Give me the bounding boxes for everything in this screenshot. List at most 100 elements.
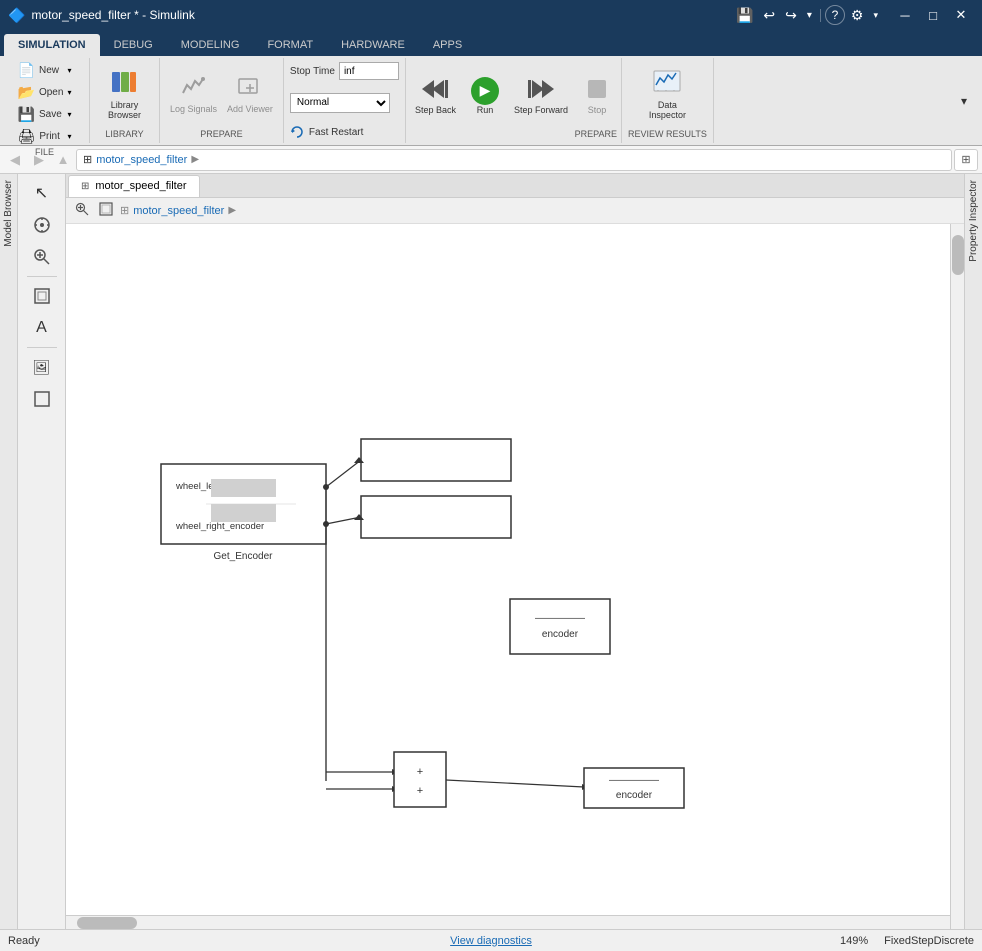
run-button[interactable]: ▶ Run bbox=[465, 74, 505, 118]
stoptime-input[interactable] bbox=[339, 62, 399, 80]
breadcrumb-model-name: motor_speed_filter bbox=[96, 154, 187, 166]
encoder-label-line1: ————— bbox=[535, 613, 585, 624]
step-forward-button[interactable]: Step Forward bbox=[509, 73, 573, 118]
scrollbar-vertical[interactable] bbox=[950, 224, 964, 929]
save-qa-btn[interactable]: 💾 bbox=[732, 5, 757, 26]
stop-button[interactable]: Stop bbox=[577, 73, 617, 118]
view-diagnostics-link[interactable]: View diagnostics bbox=[450, 935, 532, 947]
ribbon-right: ▾ bbox=[950, 58, 982, 143]
stop-icon bbox=[584, 76, 610, 105]
nav-grid-btn[interactable]: ⊞ bbox=[954, 149, 978, 171]
minimize-btn[interactable]: ─ bbox=[892, 5, 918, 25]
wire-sum-to-enc bbox=[446, 780, 584, 787]
title-controls: ─ □ ✕ bbox=[892, 5, 974, 25]
ribbon-section-review: DataInspector REVIEW RESULTS bbox=[622, 58, 714, 143]
qa-toolbar: 💾 ↩ ↪ ▾ ? ⚙ ▾ bbox=[732, 5, 882, 26]
settings-qa-btn[interactable]: ⚙ bbox=[847, 5, 868, 26]
canvas-tab-motor[interactable]: ⊞ motor_speed_filter bbox=[68, 175, 200, 197]
encoder-out-label: encoder bbox=[616, 790, 653, 801]
add-viewer-icon bbox=[237, 75, 263, 103]
block-top-right-1[interactable] bbox=[361, 439, 511, 481]
ribbon-section-file: 📄 New ▾ 📂 Open ▾ 💾 Save ▾ 🖨 Print ▾ FILE bbox=[0, 58, 90, 143]
run-label: Run bbox=[477, 105, 494, 115]
zoom-in-tool-btn[interactable] bbox=[24, 242, 60, 272]
print-icon: 🖨 bbox=[18, 128, 36, 145]
model-icon-breadcrumb: ⊞ bbox=[83, 153, 92, 166]
app-icon: 🔷 bbox=[8, 7, 25, 24]
log-signals-button[interactable]: Log Signals bbox=[166, 73, 221, 116]
save-icon: 💾 bbox=[18, 106, 35, 123]
statusbar: Ready View diagnostics 149% FixedStepDis… bbox=[0, 929, 982, 951]
box-tool-btn[interactable] bbox=[24, 384, 60, 414]
select-tool-btn[interactable]: ↖ bbox=[24, 178, 60, 208]
canvas-wrapper: ⊞ motor_speed_filter ⊞ moto bbox=[66, 174, 964, 929]
property-inspector-label[interactable]: Property Inspector bbox=[966, 174, 981, 268]
new-button[interactable]: 📄 New ▾ bbox=[12, 60, 78, 81]
add-viewer-button[interactable]: Add Viewer bbox=[223, 73, 277, 116]
data-inspector-label: DataInspector bbox=[649, 100, 686, 120]
close-btn[interactable]: ✕ bbox=[948, 5, 974, 25]
nav-forward-btn[interactable]: ▶ bbox=[28, 149, 50, 171]
data-inspector-button[interactable]: DataInspector bbox=[645, 68, 690, 122]
tab-debug[interactable]: DEBUG bbox=[100, 34, 167, 56]
prepare-section-label: PREPARE bbox=[200, 129, 242, 141]
tab-format[interactable]: FORMAT bbox=[253, 34, 327, 56]
encoder-box[interactable] bbox=[510, 599, 610, 654]
step-back-icon bbox=[422, 76, 448, 105]
canvas-breadcrumb-icon: ⊞ bbox=[120, 204, 129, 217]
encoder-out-line: ————— bbox=[609, 775, 659, 786]
save-button[interactable]: 💾 Save ▾ bbox=[12, 104, 78, 125]
ribbon-expand-btn[interactable]: ▾ bbox=[950, 87, 978, 115]
redo-qa-btn[interactable]: ↪ bbox=[781, 5, 801, 26]
nav-bar: ◀ ▶ ▲ ⊞ motor_speed_filter ▶ ⊞ bbox=[0, 146, 982, 174]
ribbon: 📄 New ▾ 📂 Open ▾ 💾 Save ▾ 🖨 Print ▾ FILE bbox=[0, 56, 982, 146]
encoder-out-block[interactable] bbox=[584, 768, 684, 808]
navigate-tool-btn[interactable] bbox=[24, 210, 60, 240]
solver-label: FixedStepDiscrete bbox=[884, 935, 974, 947]
zoom-fit-tool-btn[interactable] bbox=[24, 281, 60, 311]
maximize-btn[interactable]: □ bbox=[920, 5, 946, 25]
print-label: Print bbox=[39, 131, 60, 142]
tab-modeling[interactable]: MODELING bbox=[167, 34, 254, 56]
get-encoder-label: Get_Encoder bbox=[214, 551, 274, 562]
image-tool-btn[interactable]: 🖼 bbox=[24, 352, 60, 382]
canvas-fit-btn[interactable] bbox=[96, 201, 116, 220]
model-browser-label[interactable]: Model Browser bbox=[1, 174, 16, 253]
undo-qa-btn[interactable]: ↩ bbox=[759, 5, 779, 26]
open-button[interactable]: 📂 Open ▾ bbox=[12, 82, 78, 103]
canvas-area[interactable]: wheel_left_encoder wheel_right_encoder G… bbox=[66, 224, 964, 929]
help-qa-btn[interactable]: ? bbox=[825, 5, 845, 25]
step-back-button[interactable]: Step Back bbox=[410, 73, 461, 118]
save-label: Save bbox=[39, 109, 62, 120]
tab-apps[interactable]: APPS bbox=[419, 34, 476, 56]
canvas-svg: wheel_left_encoder wheel_right_encoder G… bbox=[66, 224, 964, 929]
print-button[interactable]: 🖨 Print ▾ bbox=[12, 126, 78, 147]
nav-up-btn[interactable]: ▲ bbox=[52, 149, 74, 171]
block-top-right-2[interactable] bbox=[361, 496, 511, 538]
fast-restart-icon bbox=[290, 125, 306, 139]
text-tool-btn[interactable]: A bbox=[24, 313, 60, 343]
more-qa-btn[interactable]: ▾ bbox=[803, 5, 816, 26]
scrollbar-horizontal[interactable] bbox=[66, 915, 950, 929]
scrollbar-thumb-h[interactable] bbox=[77, 917, 137, 929]
get-encoder-port2-label: wheel_right_encoder bbox=[175, 521, 264, 532]
canvas-zoom-in-btn[interactable] bbox=[72, 201, 92, 220]
stoptime-label: Stop Time bbox=[290, 66, 335, 77]
library-browser-button[interactable]: LibraryBrowser bbox=[104, 66, 145, 123]
settings-arrow-btn[interactable]: ▾ bbox=[869, 5, 882, 26]
ribbon-section-prepare: Log Signals Add Viewer PREPARE bbox=[160, 58, 284, 143]
tab-hardware[interactable]: HARDWARE bbox=[327, 34, 419, 56]
zoom-level: 149% bbox=[840, 935, 868, 947]
sum-plus-2: + bbox=[417, 785, 423, 797]
model-browser-panel: Model Browser bbox=[0, 174, 18, 929]
sum-block[interactable] bbox=[394, 752, 446, 807]
open-icon: 📂 bbox=[18, 84, 35, 101]
nav-back-btn[interactable]: ◀ bbox=[4, 149, 26, 171]
review-section-label: REVIEW RESULTS bbox=[628, 129, 707, 141]
mode-select[interactable]: Normal Accelerator Rapid Accelerator bbox=[290, 93, 390, 113]
title-left: 🔷 motor_speed_filter * - Simulink bbox=[8, 7, 195, 24]
scrollbar-thumb-v[interactable] bbox=[952, 235, 964, 275]
main-area: Model Browser ↖ bbox=[0, 174, 982, 929]
canvas-nav: ⊞ motor_speed_filter ▶ bbox=[66, 198, 964, 224]
tab-simulation[interactable]: SIMULATION bbox=[4, 34, 100, 56]
